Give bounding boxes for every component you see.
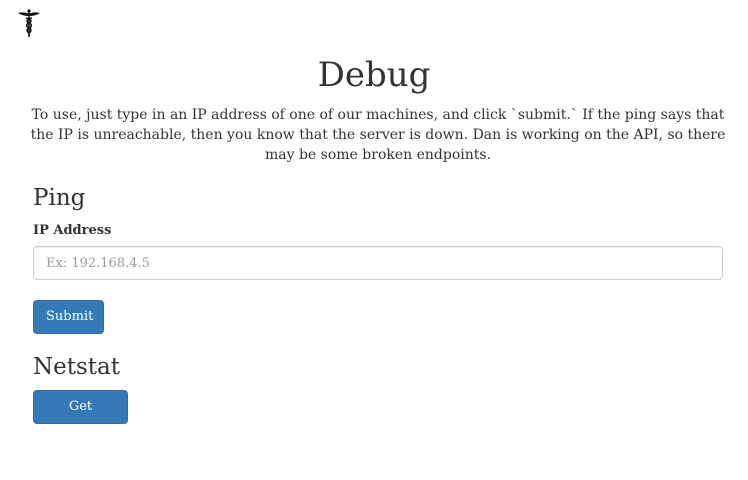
ip-address-label: IP Address — [33, 223, 112, 238]
netstat-heading: Netstat — [33, 354, 120, 380]
ip-address-input[interactable] — [33, 246, 723, 280]
intro-text: To use, just type in an IP address of on… — [30, 107, 726, 163]
ping-heading: Ping — [33, 185, 86, 211]
caduceus-icon[interactable] — [17, 8, 41, 38]
submit-button[interactable]: Submit — [33, 300, 104, 334]
page-title: Debug — [317, 55, 431, 95]
get-netstat-button[interactable]: Get Netstat — [33, 390, 128, 446]
